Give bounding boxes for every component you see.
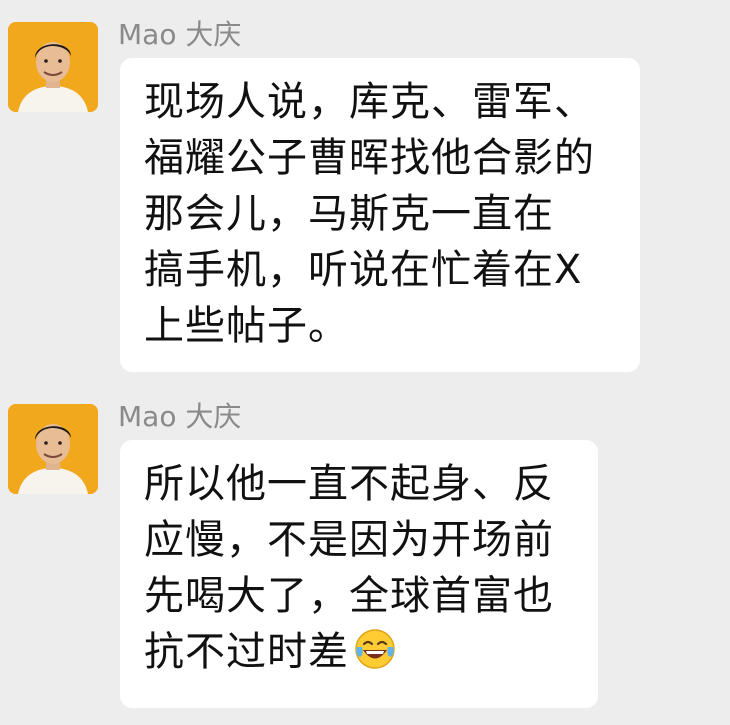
message-text-line: 现场人说，库克、雷军、 — [144, 79, 595, 125]
message-text-line: 那会儿，马斯克一直在 — [144, 191, 554, 237]
message-text: 抗不过时差 — [144, 629, 349, 675]
message-bubble[interactable]: 现场人说，库克、雷军、 福耀公子曹晖找他合影的 那会儿，马斯克一直在 搞手机，听… — [120, 58, 640, 372]
message-bubble[interactable]: 所以他一直不起身、反 应慢，不是因为开场前 先喝大了，全球首富也 抗不过时差 — [120, 440, 598, 708]
message-text-line: 福耀公子曹晖找他合影的 — [144, 135, 595, 181]
avatar-photo — [8, 22, 98, 112]
avatar-photo — [8, 404, 98, 494]
sender-name: Mao 大庆 — [118, 18, 242, 51]
message-text-line: 搞手机，听说在忙着在X — [144, 247, 583, 293]
message-text-line: 上些帖子。 — [144, 303, 349, 349]
sender-name: Mao 大庆 — [118, 400, 242, 433]
tears-of-joy-emoji-icon — [353, 627, 397, 671]
message-text-line: 应慢，不是因为开场前 — [144, 517, 554, 563]
message-text-line: 先喝大了，全球首富也 — [144, 573, 554, 619]
message-text-line: 抗不过时差 — [144, 624, 578, 680]
avatar[interactable] — [8, 22, 98, 112]
avatar[interactable] — [8, 404, 98, 494]
message-text-line: 所以他一直不起身、反 — [144, 461, 554, 507]
